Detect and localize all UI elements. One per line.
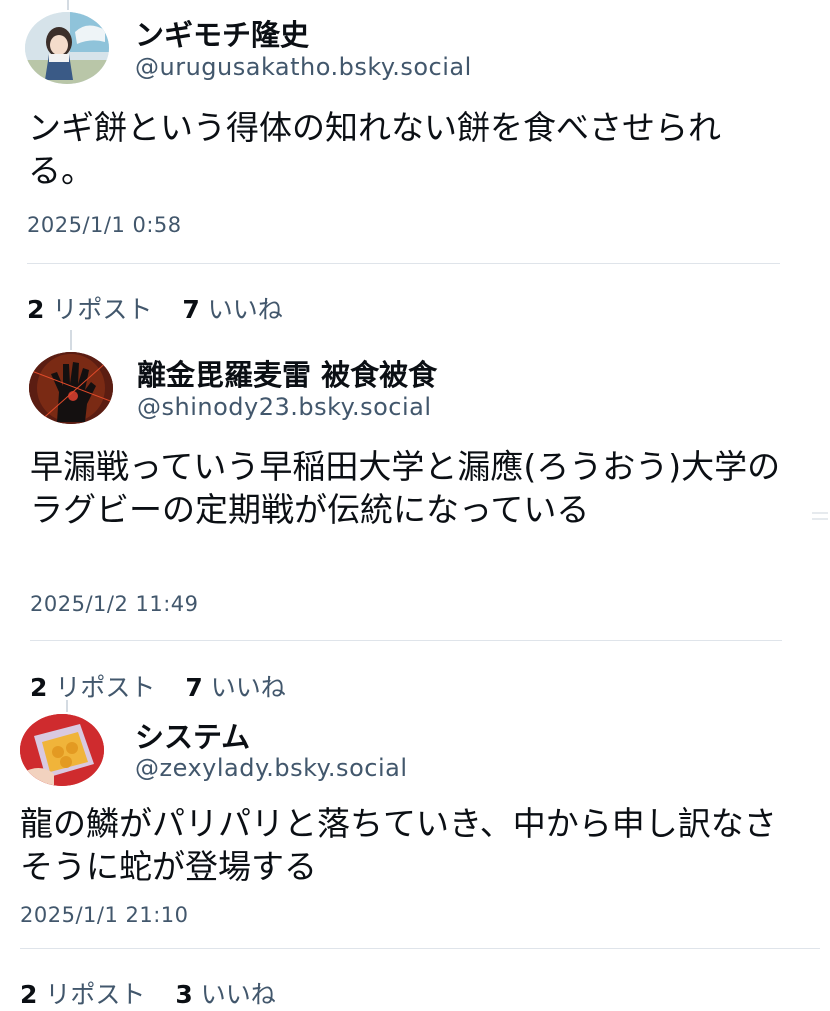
food-package-avatar-icon	[20, 714, 104, 786]
like-label: いいね	[207, 295, 283, 324]
repost-count: 2	[20, 980, 38, 1009]
like-count: 7	[182, 295, 200, 324]
post-card[interactable]: ンギモチ隆史 @urugusakatho.bsky.social ンギ餅という得…	[0, 0, 830, 330]
repost-count: 2	[30, 673, 48, 702]
post-text: 早漏戦っていう早稲田大学と漏應(ろうおう)大学のラグビーの定期戦が伝統になってい…	[30, 447, 781, 529]
avatar[interactable]	[29, 352, 113, 424]
post-timestamp[interactable]: 2025/1/2 11:49	[30, 592, 199, 616]
author-handle[interactable]: @shinody23.bsky.social	[137, 393, 432, 421]
repost-label: リポスト	[52, 295, 153, 324]
divider	[30, 640, 782, 641]
repost-label: リポスト	[45, 980, 146, 1009]
avatar[interactable]	[20, 714, 104, 786]
divider	[20, 948, 820, 949]
repost-label: リポスト	[55, 673, 156, 702]
repost-count-link[interactable]: 2 リポスト	[20, 980, 145, 1009]
post-text: 龍の鱗がパリパリと落ちていき、中から申し訳なさそうに蛇が登場する	[20, 804, 777, 886]
divider	[27, 263, 780, 264]
post-card[interactable]: 離金毘羅麦雷 被食被食 @shinody23.bsky.social 早漏戦って…	[0, 330, 830, 702]
post-card[interactable]: システム @zexylady.bsky.social 龍の鱗がパリパリと落ちてい…	[0, 700, 830, 1009]
like-count-link[interactable]: 7 いいね	[185, 673, 285, 702]
edge-mark	[812, 518, 828, 520]
author-name[interactable]: システム	[135, 714, 250, 756]
post-timestamp[interactable]: 2025/1/1 0:58	[27, 213, 182, 237]
avatar[interactable]	[25, 12, 109, 84]
author-handle[interactable]: @zexylady.bsky.social	[135, 754, 407, 782]
dark-hand-avatar-icon	[29, 352, 113, 424]
edge-mark	[812, 512, 828, 514]
like-count-link[interactable]: 7 いいね	[182, 295, 282, 324]
post-text: ンギ餅という得体の知れない餅を食べさせられる。	[28, 108, 721, 190]
like-count: 7	[185, 673, 203, 702]
author-name[interactable]: ンギモチ隆史	[135, 12, 309, 54]
like-label: いいね	[200, 980, 276, 1009]
like-count: 3	[175, 980, 193, 1009]
like-count-link[interactable]: 3 いいね	[175, 980, 275, 1009]
like-label: いいね	[210, 673, 286, 702]
anime-girl-avatar-icon	[25, 12, 109, 84]
repost-count-link[interactable]: 2 リポスト	[27, 295, 152, 324]
post-timestamp[interactable]: 2025/1/1 21:10	[20, 903, 189, 927]
repost-count: 2	[27, 295, 45, 324]
post-stats: 2 リポスト 7 いいね	[27, 290, 283, 326]
post-stats: 2 リポスト 3 いいね	[20, 975, 276, 1011]
author-handle[interactable]: @urugusakatho.bsky.social	[135, 53, 472, 81]
repost-count-link[interactable]: 2 リポスト	[30, 673, 155, 702]
author-name[interactable]: 離金毘羅麦雷 被食被食	[137, 352, 437, 394]
post-stats: 2 リポスト 7 いいね	[30, 668, 286, 704]
